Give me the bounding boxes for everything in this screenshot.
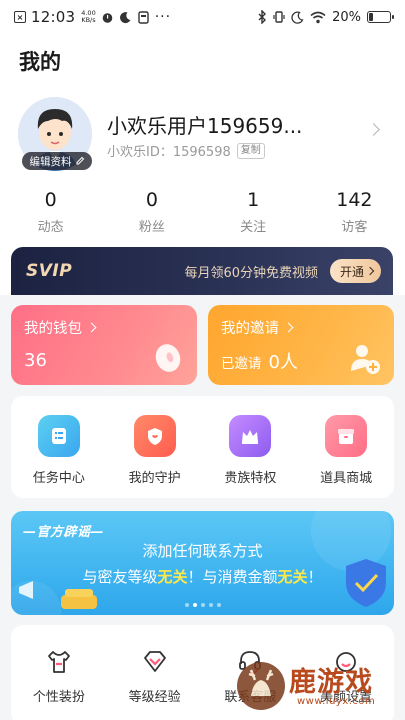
site-watermark: 鹿游戏 www.luyx.com — [237, 658, 397, 716]
chevron-right-icon — [86, 322, 97, 333]
battery-percent: 20% — [332, 9, 361, 25]
guard-icon — [133, 415, 176, 457]
wifi-icon — [310, 11, 326, 23]
banner-line2: 与密友等级无关！与消费金额无关！ — [82, 568, 323, 586]
status-bar: × 12:03 4.00 KB/s ··· 20% — [0, 0, 405, 34]
svip-banner[interactable]: SVIP 每月领60分钟免费视频 开通 — [11, 247, 393, 295]
bluetooth-icon — [258, 10, 267, 24]
alarm-icon — [102, 12, 113, 23]
user-id-row: 小欢乐ID：1596598 复制 — [107, 141, 265, 160]
banner-tag: —官方辟谣— — [23, 525, 105, 540]
tool-task-center[interactable]: 任务中心 — [11, 396, 107, 498]
deer-logo-icon — [237, 662, 285, 710]
more-status-icon: ··· — [154, 9, 172, 25]
watermark-text: 鹿游戏 — [289, 667, 373, 698]
sim-icon — [138, 10, 149, 24]
pagination-dot[interactable] — [192, 603, 197, 607]
moon-icon — [119, 11, 131, 23]
stat-label: 访客 — [341, 220, 368, 235]
banner-line1: 添加任何联系方式 — [142, 542, 263, 560]
edit-profile-button[interactable]: 编辑资料 — [22, 152, 92, 170]
tool-item-shop[interactable]: 道具商城 — [298, 396, 394, 498]
status-time: 12:03 — [31, 8, 76, 26]
wallet-balance: 36 — [24, 350, 47, 371]
wallet-card[interactable]: 我的钱包 36 — [11, 305, 197, 385]
stat-value: 0 — [145, 189, 158, 211]
invite-card[interactable]: 我的邀请 已邀请 0人 — [208, 305, 394, 385]
chevron-right-icon — [283, 322, 294, 333]
svip-promo-text: 每月领60分钟免费视频 — [184, 265, 318, 281]
network-speed: 4.00 KB/s — [81, 9, 96, 24]
stat-visitors[interactable]: 142 访客 — [304, 188, 405, 235]
wallet-title-row: 我的钱包 — [24, 317, 97, 338]
tool-label: 贵族特权 — [224, 471, 277, 486]
pagination-dot[interactable] — [208, 603, 213, 607]
username: 小欢乐用户159659... — [107, 114, 303, 138]
pagination-dot[interactable] — [200, 603, 205, 607]
battery-level — [369, 13, 373, 21]
watermark-url: www.luyx.com — [297, 696, 376, 707]
wallet-title: 我的钱包 — [24, 321, 82, 337]
invite-count-row: 已邀请 0人 — [221, 348, 298, 374]
chevron-right-icon — [365, 266, 375, 276]
tools-grid: 任务中心 我的守护 贵族特权 道具商城 — [11, 396, 394, 498]
copy-id-button[interactable]: 复制 — [236, 142, 265, 159]
chevron-right-icon[interactable] — [367, 123, 380, 136]
feature-costume[interactable]: 个性装扮 — [11, 625, 107, 720]
bean-icon — [155, 344, 181, 372]
tool-label: 我的守护 — [128, 471, 181, 486]
invite-count: 0人 — [268, 352, 298, 373]
invite-title: 我的邀请 — [221, 321, 279, 337]
stat-value: 1 — [247, 189, 260, 211]
notice-banner[interactable]: —官方辟谣— 添加任何联系方式 与密友等级无关！与消费金额无关！ — [11, 511, 394, 615]
pencil-icon — [76, 156, 84, 165]
pagination-dot[interactable] — [216, 603, 221, 607]
feature-label: 个性装扮 — [32, 690, 85, 705]
feature-level[interactable]: 等级经验 — [107, 625, 203, 720]
svip-logo: SVIP — [26, 261, 73, 281]
diamond-icon — [143, 651, 166, 672]
tool-my-guard[interactable]: 我的守护 — [107, 396, 203, 498]
shop-icon — [325, 415, 368, 457]
page-title: 我的 — [19, 50, 61, 74]
shirt-icon — [47, 651, 70, 673]
notification-icon: × — [14, 11, 26, 23]
stat-value: 142 — [336, 189, 373, 211]
stat-posts[interactable]: 0 动态 — [0, 188, 101, 235]
stat-label: 粉丝 — [138, 220, 165, 235]
battery-icon — [367, 11, 394, 23]
stat-label: 关注 — [240, 220, 267, 235]
profile-header[interactable]: 编辑资料 小欢乐用户159659... 小欢乐ID：1596598 复制 — [18, 97, 388, 175]
pagination-dot[interactable] — [184, 603, 189, 607]
tool-label: 任务中心 — [32, 471, 85, 486]
stat-label: 动态 — [37, 220, 64, 235]
tool-noble-privilege[interactable]: 贵族特权 — [203, 396, 299, 498]
crown-icon — [229, 415, 272, 457]
vibrate-icon — [273, 11, 285, 23]
edit-profile-label: 编辑资料 — [29, 155, 72, 168]
svip-open-label: 开通 — [339, 264, 364, 279]
tool-label: 道具商城 — [320, 471, 373, 486]
stat-fans[interactable]: 0 粉丝 — [101, 188, 202, 235]
add-user-icon — [351, 345, 380, 374]
invite-title-row: 我的邀请 — [221, 317, 294, 338]
stats-row: 0 动态 0 粉丝 1 关注 142 访客 — [0, 188, 405, 235]
banner-pagination — [11, 603, 394, 607]
task-icon — [37, 415, 80, 457]
stat-value: 0 — [44, 189, 57, 211]
stat-following[interactable]: 1 关注 — [203, 188, 304, 235]
user-id: 小欢乐ID：1596598 — [107, 145, 231, 160]
svip-open-button[interactable]: 开通 — [329, 259, 381, 283]
feature-label: 等级经验 — [128, 690, 181, 705]
invite-prefix: 已邀请 — [221, 356, 262, 372]
dnd-moon-icon — [291, 10, 304, 24]
